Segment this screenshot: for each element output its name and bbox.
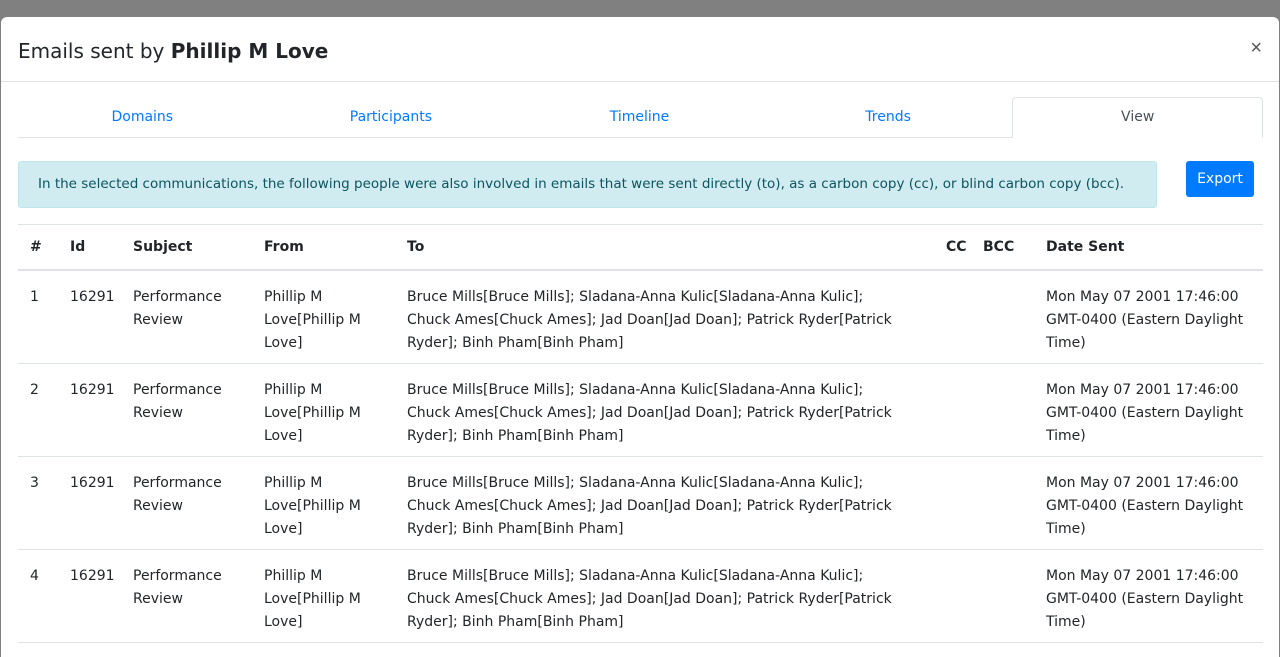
cell-to: Bruce Mills[Bruce Mills]; Sladana-Anna K… xyxy=(395,270,946,364)
tab-view[interactable]: View xyxy=(1012,97,1263,138)
cell-bcc xyxy=(983,456,1034,550)
cell-subject: Performance Review xyxy=(121,270,252,364)
cell-id: 16291 xyxy=(58,456,121,550)
cell-from: Phillip M Love[Phillip M Love] xyxy=(252,270,395,364)
col-header-to[interactable]: To xyxy=(395,225,946,271)
cell-num: 1 xyxy=(18,270,58,364)
cell-date: Mon May 07 2001 17:46:00 GMT-0400 (Easte… xyxy=(1034,549,1263,643)
col-header-from[interactable]: From xyxy=(252,225,395,271)
cell-subject: Performance Review xyxy=(121,456,252,550)
table-header-row: # Id Subject From To CC BCC Date Sent xyxy=(18,225,1263,271)
table-row[interactable]: 4 16291 Performance Review Phillip M Lov… xyxy=(18,549,1263,643)
cell-num: 4 xyxy=(18,549,58,643)
modal-title: Emails sent by Phillip M Love xyxy=(18,38,328,64)
emails-modal: Emails sent by Phillip M Love × Domains … xyxy=(1,17,1279,657)
cell-id: 16291 xyxy=(58,363,121,457)
cell-to: Bruce Mills[Bruce Mills]; Sladana-Anna K… xyxy=(395,549,946,643)
cell-num: 2 xyxy=(18,363,58,457)
cell-cc xyxy=(946,456,983,550)
col-header-cc[interactable]: CC xyxy=(946,225,983,271)
col-header-date[interactable]: Date Sent xyxy=(1034,225,1263,271)
cell-bcc xyxy=(983,549,1034,643)
cell-date: Mon May 07 2001 17:46:00 GMT-0400 (Easte… xyxy=(1034,456,1263,550)
table-row[interactable]: 3 16291 Performance Review Phillip M Lov… xyxy=(18,456,1263,550)
cell-subject: Performance Review xyxy=(121,549,252,643)
col-header-bcc[interactable]: BCC xyxy=(983,225,1034,271)
cell-to: Bruce Mills[Bruce Mills]; Sladana-Anna K… xyxy=(395,456,946,550)
cell-cc xyxy=(946,270,983,364)
cell-bcc xyxy=(983,363,1034,457)
cell-cc xyxy=(946,363,983,457)
cell-from: Phillip M Love[Phillip M Love] xyxy=(252,363,395,457)
cell-id: 16291 xyxy=(58,549,121,643)
tab-timeline[interactable]: Timeline xyxy=(515,97,764,137)
emails-table: # Id Subject From To CC BCC Date Sent 1 … xyxy=(18,225,1263,643)
tab-participants[interactable]: Participants xyxy=(267,97,516,137)
col-header-id[interactable]: Id xyxy=(58,225,121,271)
cell-id: 16291 xyxy=(58,270,121,364)
modal-header: Emails sent by Phillip M Love × xyxy=(1,17,1279,82)
cell-from: Phillip M Love[Phillip M Love] xyxy=(252,456,395,550)
close-icon[interactable]: × xyxy=(1250,37,1262,59)
cell-to: Bruce Mills[Bruce Mills]; Sladana-Anna K… xyxy=(395,363,946,457)
tab-trends[interactable]: Trends xyxy=(764,97,1013,137)
export-button[interactable]: Export xyxy=(1186,161,1254,197)
table-row[interactable]: 1 16291 Performance Review Phillip M Lov… xyxy=(18,270,1263,364)
info-alert: In the selected communications, the foll… xyxy=(18,161,1157,208)
modal-title-prefix: Emails sent by xyxy=(18,39,165,63)
table-row[interactable]: 2 16291 Performance Review Phillip M Lov… xyxy=(18,363,1263,457)
cell-date: Mon May 07 2001 17:46:00 GMT-0400 (Easte… xyxy=(1034,363,1263,457)
modal-title-name: Phillip M Love xyxy=(170,39,329,63)
tab-domains[interactable]: Domains xyxy=(18,97,267,137)
cell-num: 3 xyxy=(18,456,58,550)
cell-from: Phillip M Love[Phillip M Love] xyxy=(252,549,395,643)
col-header-num[interactable]: # xyxy=(18,225,58,271)
cell-bcc xyxy=(983,270,1034,364)
cell-cc xyxy=(946,549,983,643)
cell-date: Mon May 07 2001 17:46:00 GMT-0400 (Easte… xyxy=(1034,270,1263,364)
tab-bar: Domains Participants Timeline Trends Vie… xyxy=(18,97,1263,138)
col-header-subject[interactable]: Subject xyxy=(121,225,252,271)
cell-subject: Performance Review xyxy=(121,363,252,457)
